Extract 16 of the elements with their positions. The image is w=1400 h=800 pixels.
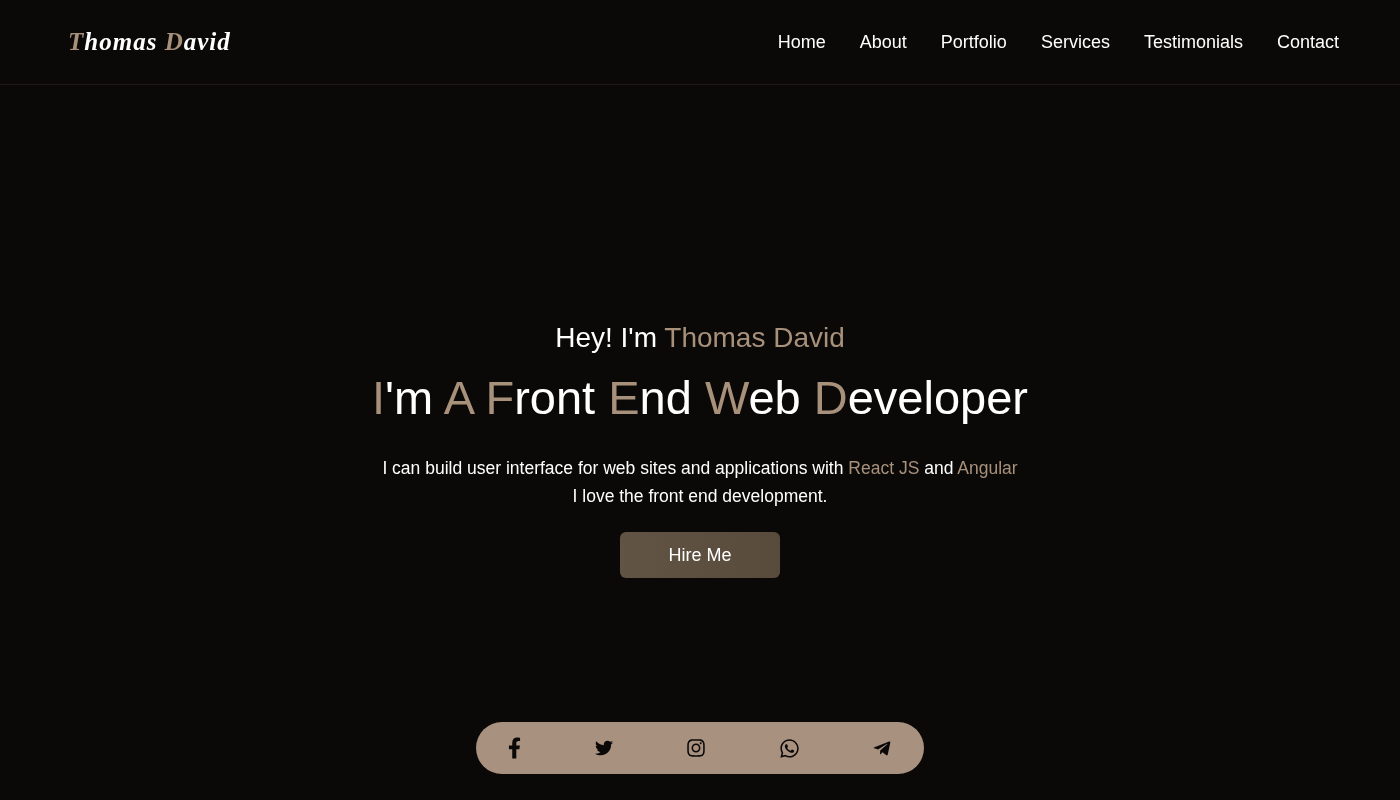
paper-plane-icon[interactable]: [872, 738, 892, 758]
nav-link[interactable]: Portfolio: [940, 28, 1007, 56]
nav-link[interactable]: Testimonials: [1143, 28, 1243, 56]
nav-link[interactable]: Home: [777, 28, 826, 56]
letter-f-icon[interactable]: [508, 737, 521, 759]
bird-icon[interactable]: [593, 739, 614, 757]
greeting-text: Hey! I'm Thomas David: [555, 321, 845, 355]
headline-text: I'm A Front End Web Developer: [371, 371, 1029, 425]
camera-icon[interactable]: [686, 738, 706, 758]
logo-text[interactable]: Thomas David: [68, 23, 231, 61]
intro-text: I can build user interface for web sites and applications with React JS and Angular I love the front end development.: [382, 457, 1018, 508]
hire-me-button[interactable]: Hire Me: [620, 532, 780, 578]
chat-phone-icon[interactable]: [778, 737, 800, 759]
nav-link[interactable]: Services: [1040, 28, 1110, 56]
nav-link[interactable]: About: [859, 28, 907, 56]
nav-link[interactable]: Contact: [1276, 28, 1339, 56]
